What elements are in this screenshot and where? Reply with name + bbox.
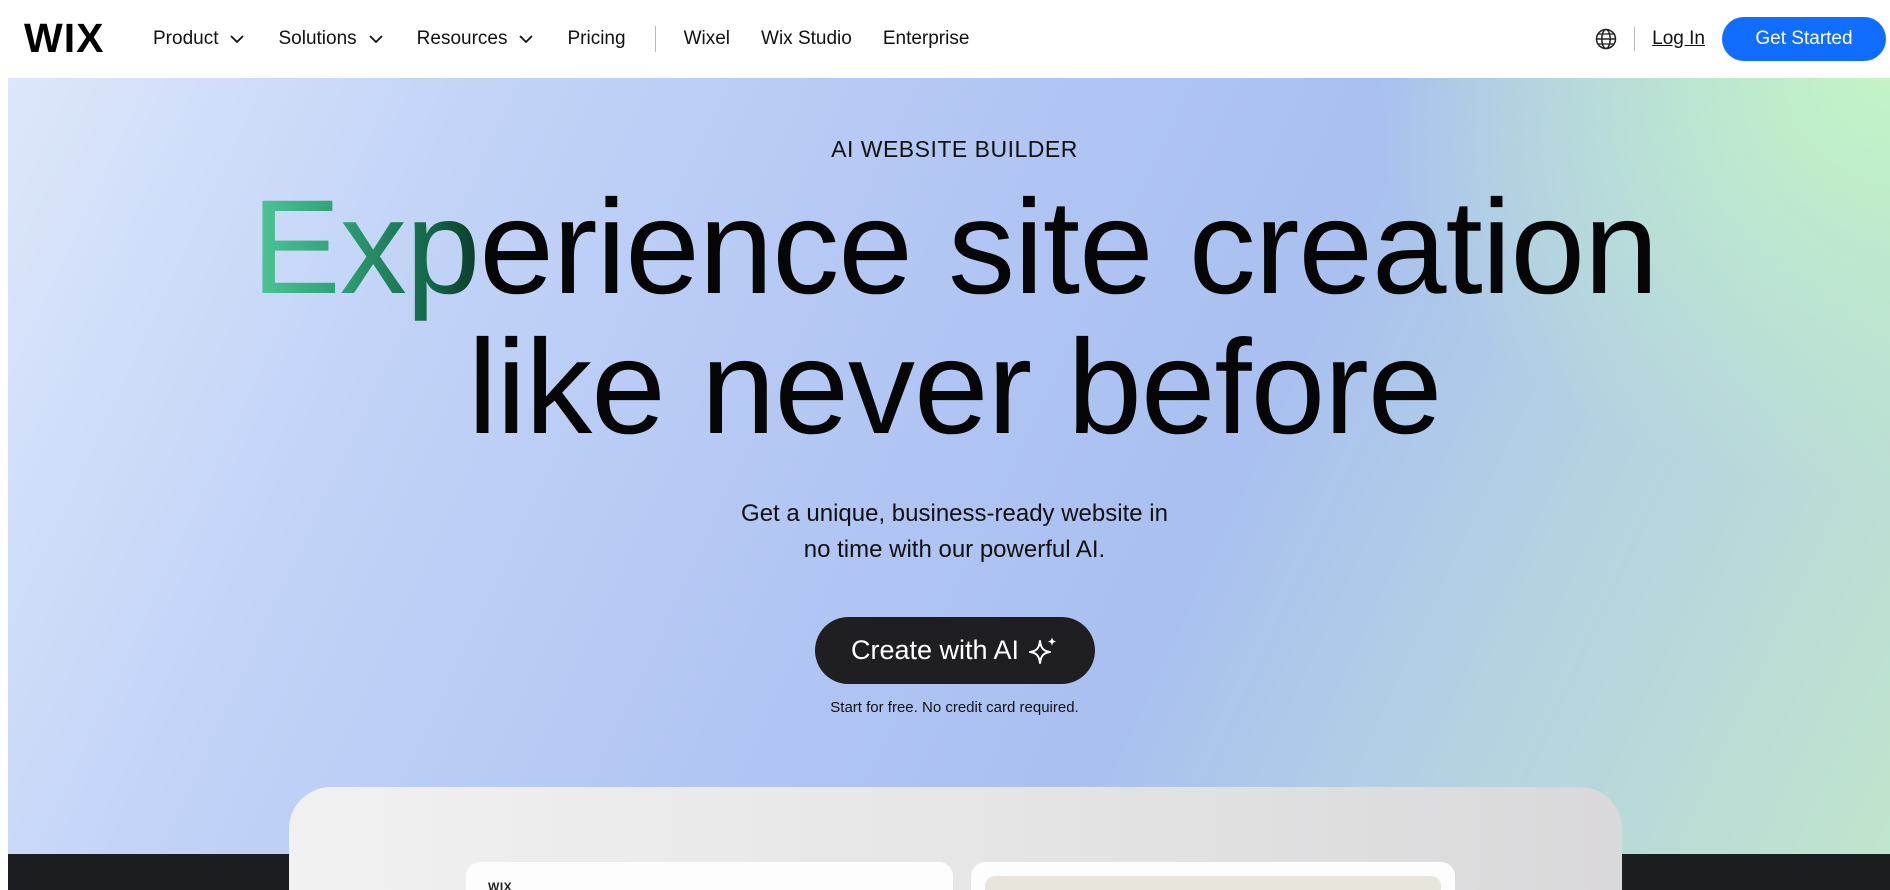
cta-label: Create with AI: [850, 635, 1020, 665]
hero-note: Start for free. No credit card required.: [830, 699, 1079, 716]
nav-divider: [654, 26, 656, 52]
header-actions: Log In Get Started: [1594, 0, 1890, 78]
wix-logo[interactable]: WIX: [24, 18, 104, 59]
preview-site-image: [985, 876, 1441, 890]
nav-item-resources[interactable]: Resources: [417, 28, 537, 50]
preview-editor-panel: WIX: [466, 862, 953, 890]
nav-item-label: Product: [153, 28, 219, 49]
nav-item-product[interactable]: Product: [153, 28, 247, 50]
nav-item-label: Pricing: [567, 28, 626, 49]
nav-item-label: Enterprise: [882, 28, 970, 49]
hero-headline: Experience site creation like never befo…: [8, 178, 1890, 458]
subtitle-line1: Get a unique, business-ready website in: [741, 500, 1168, 527]
preview-site-panel: [971, 862, 1455, 890]
globe-icon[interactable]: [1594, 27, 1618, 51]
nav-item-wix-studio[interactable]: Wix Studio: [761, 28, 852, 50]
hero-subtitle: Get a unique, business-ready website in …: [8, 496, 1890, 568]
preview-wix-logo: WIX: [488, 880, 513, 890]
sparkle-icon: [1029, 636, 1057, 664]
main-nav: Product Solutions Resources Pricing Wixe…: [153, 0, 1000, 78]
nav-item-label: Wix Studio: [761, 28, 852, 49]
headline-line2-text: like never before: [467, 313, 1443, 462]
nav-item-pricing[interactable]: Pricing: [567, 28, 625, 50]
top-navigation-bar: WIX Product Solutions Resources Pricing …: [0, 0, 1890, 78]
chevron-down-icon: [230, 35, 245, 44]
headline-accent-text: Exp: [251, 173, 480, 322]
chevron-down-icon: [519, 35, 534, 44]
nav-item-label: Solutions: [278, 28, 357, 49]
nav-item-label: Wixel: [683, 28, 731, 49]
chevron-down-icon: [369, 35, 383, 44]
create-with-ai-button[interactable]: Create with AI: [815, 617, 1095, 684]
nav-item-solutions[interactable]: Solutions: [278, 28, 385, 50]
subtitle-line2: no time with our powerful AI.: [803, 536, 1106, 563]
hero-eyebrow: AI WEBSITE BUILDER: [831, 136, 1078, 162]
nav-item-enterprise[interactable]: Enterprise: [883, 28, 970, 50]
nav-item-label: Resources: [416, 28, 508, 49]
nav-item-wixel[interactable]: Wixel: [684, 28, 730, 50]
login-link[interactable]: Log In: [1652, 28, 1705, 50]
get-started-button[interactable]: Get Started: [1722, 17, 1886, 61]
hero-section: AI WEBSITE BUILDER Experience site creat…: [8, 78, 1890, 890]
headline-line1-text: erience site creation: [479, 173, 1658, 322]
header-divider: [1634, 27, 1636, 51]
